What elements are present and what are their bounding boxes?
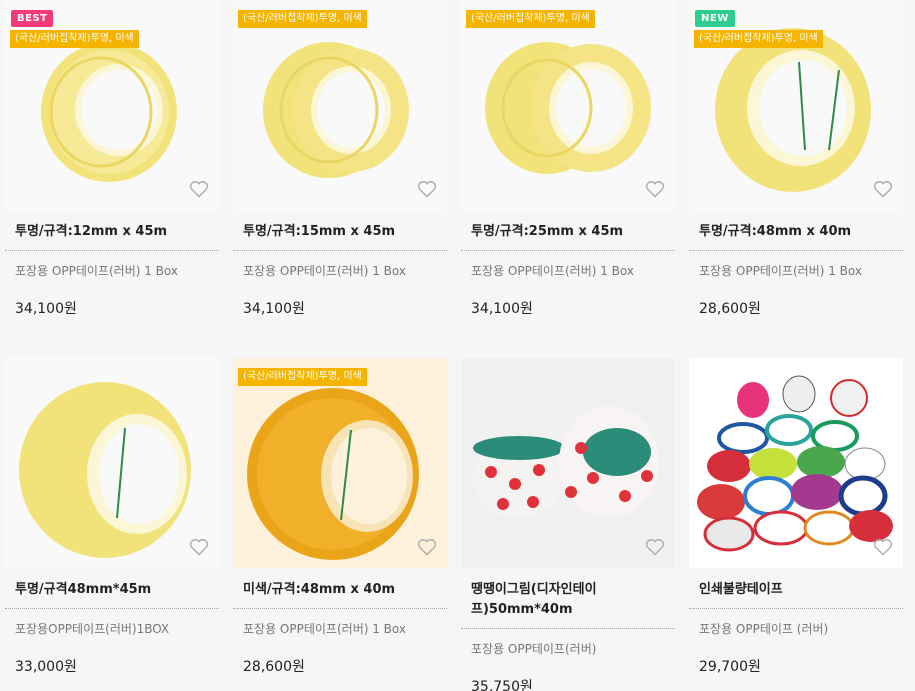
product-title[interactable]: 투명/규격:12mm x 45m (5, 222, 219, 242)
product-description: 포장용 OPP테이프(러버) 1 Box (243, 264, 406, 278)
divider (689, 250, 903, 251)
divider (461, 628, 675, 629)
product-card[interactable]: (국산/러버접착제)투명, 미색 미색/규격:48mm x 40m 포장용 OP… (233, 358, 447, 676)
product-image[interactable]: BEST (국산/러버접착제)투명, 미색 (5, 0, 219, 210)
product-card[interactable]: 땡땡이그림(디자인테이프)50mm*40m 포장용 OPP테이프(러버) 35,… (461, 358, 675, 691)
product-image[interactable]: (국산/러버접착제)투명, 미색 (233, 358, 447, 568)
new-badge: NEW (695, 10, 735, 27)
divider (5, 250, 219, 251)
product-title[interactable]: 투명/규격:25mm x 45m (461, 222, 675, 242)
product-tag: (국산/러버접착제)투명, 미색 (694, 30, 823, 48)
divider (233, 250, 447, 251)
product-title[interactable]: 투명/규격:15mm x 45m (233, 222, 447, 242)
product-grid: BEST (국산/러버접착제)투명, 미색 투명/규격:12mm x 45m 포… (0, 0, 915, 691)
heart-icon[interactable] (645, 180, 665, 198)
heart-icon[interactable] (873, 180, 893, 198)
product-card[interactable]: 투명/규격48mm*45m 포장용OPP테이프(러버)1BOX 33,000원 (5, 358, 219, 676)
product-description: 포장용OPP테이프(러버)1BOX (15, 622, 170, 636)
divider (233, 608, 447, 609)
heart-icon[interactable] (189, 538, 209, 556)
product-card[interactable]: (국산/러버접착제)투명, 미색 투명/규격:15mm x 45m 포장용 OP… (233, 0, 447, 318)
divider (689, 608, 903, 609)
product-description: 포장용 OPP테이프(러버) (471, 642, 597, 656)
product-description: 포장용 OPP테이프(러버) 1 Box (243, 622, 406, 636)
product-image[interactable]: NEW (국산/러버접착제)투명, 미색 (689, 0, 903, 210)
product-price: 28,600원 (243, 659, 305, 675)
product-title[interactable]: 투명/규격:48mm x 40m (689, 222, 903, 242)
product-card[interactable]: BEST (국산/러버접착제)투명, 미색 투명/규격:12mm x 45m 포… (5, 0, 219, 318)
product-description: 포장용 OPP테이프(러버) 1 Box (699, 264, 862, 278)
product-card[interactable]: NEW (국산/러버접착제)투명, 미색 투명/규격:48mm x 40m 포장… (689, 0, 903, 318)
heart-icon[interactable] (417, 180, 437, 198)
product-price: 33,000원 (15, 659, 77, 675)
product-tag: (국산/러버접착제)투명, 미색 (238, 368, 367, 386)
product-description: 포장용 OPP테이프 (러버) (699, 622, 829, 636)
product-price: 34,100원 (471, 301, 533, 317)
heart-icon[interactable] (873, 538, 893, 556)
product-title[interactable]: 미색/규격:48mm x 40m (233, 580, 447, 600)
heart-icon[interactable] (189, 180, 209, 198)
product-title[interactable]: 땡땡이그림(디자인테이프)50mm*40m (461, 580, 675, 620)
product-title[interactable]: 투명/규격48mm*45m (5, 580, 219, 600)
product-image[interactable] (5, 358, 219, 568)
product-tag: (국산/러버접착제)투명, 미색 (238, 10, 367, 28)
product-price: 34,100원 (15, 301, 77, 317)
best-badge: BEST (11, 10, 54, 27)
product-tag: (국산/러버접착제)투명, 미색 (10, 30, 139, 48)
product-title[interactable]: 인쇄불량테이프 (689, 580, 903, 600)
product-image[interactable]: (국산/러버접착제)투명, 미색 (233, 0, 447, 210)
divider (461, 250, 675, 251)
product-description: 포장용 OPP테이프(러버) 1 Box (15, 264, 178, 278)
heart-icon[interactable] (417, 538, 437, 556)
product-price: 29,700원 (699, 659, 761, 675)
product-image[interactable] (461, 358, 675, 568)
product-price: 35,750원 (471, 679, 533, 691)
product-card[interactable]: (국산/러버접착제)투명, 미색 투명/규격:25mm x 45m 포장용 OP… (461, 0, 675, 318)
divider (5, 608, 219, 609)
product-price: 34,100원 (243, 301, 305, 317)
product-image[interactable]: (국산/러버접착제)투명, 미색 (461, 0, 675, 210)
product-image[interactable] (689, 358, 903, 568)
product-price: 28,600원 (699, 301, 761, 317)
product-card[interactable]: 인쇄불량테이프 포장용 OPP테이프 (러버) 29,700원 (689, 358, 903, 676)
product-tag: (국산/러버접착제)투명, 미색 (466, 10, 595, 28)
heart-icon[interactable] (645, 538, 665, 556)
product-description: 포장용 OPP테이프(러버) 1 Box (471, 264, 634, 278)
